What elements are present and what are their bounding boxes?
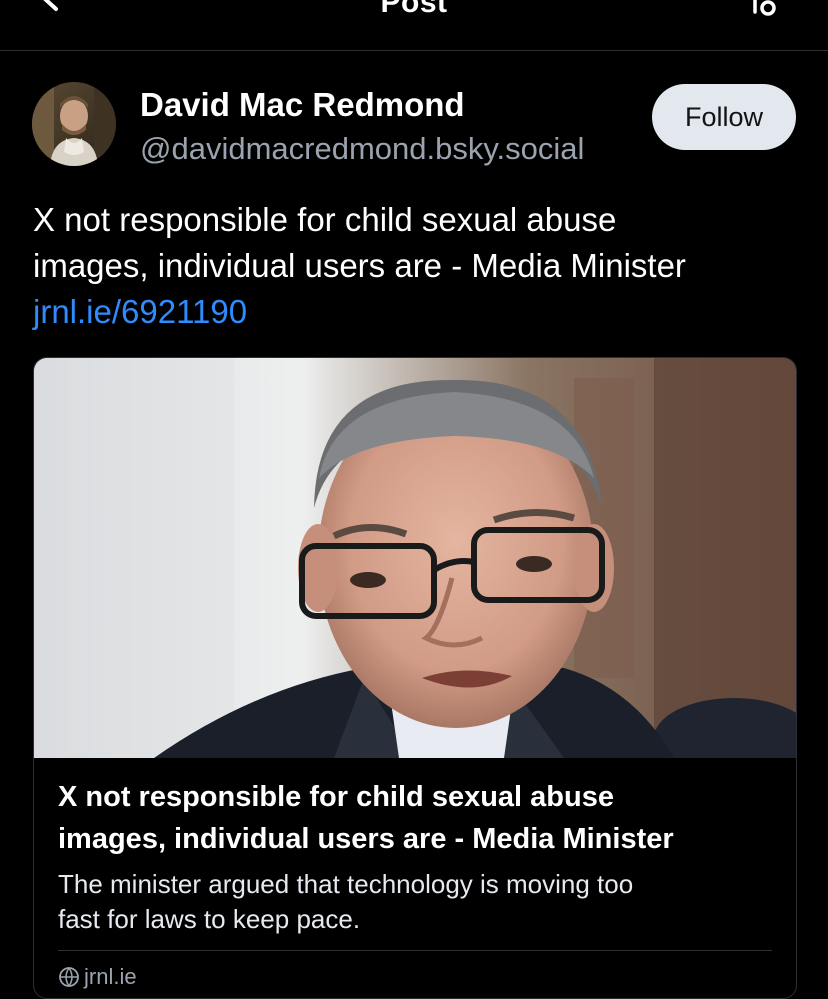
post-text: X not responsible for child sexual abuse…	[33, 197, 803, 335]
link-card-domain: jrnl.ie	[58, 964, 137, 990]
thread-settings-icon[interactable]	[748, 0, 780, 16]
link-card-title: X not responsible for child sexual abuse…	[58, 776, 778, 860]
author-handle[interactable]: @davidmacredmond.bsky.social	[140, 131, 584, 167]
top-bar: Post	[0, 0, 828, 51]
author-display-name[interactable]: David Mac Redmond	[140, 86, 465, 124]
post-text-line: X not responsible for child sexual abuse	[33, 201, 617, 238]
link-card-description: The minister argued that technology is m…	[58, 867, 778, 937]
post-link[interactable]: jrnl.ie/6921190	[33, 289, 803, 335]
page-title: Post	[380, 0, 448, 19]
link-card-domain-text: jrnl.ie	[84, 964, 137, 989]
post-text-line: images, individual users are - Media Min…	[33, 247, 686, 284]
link-card-title-line: images, individual users are - Media Min…	[58, 823, 674, 855]
follow-button[interactable]: Follow	[652, 84, 796, 150]
link-preview-card[interactable]: X not responsible for child sexual abuse…	[33, 357, 797, 999]
avatar[interactable]	[32, 82, 116, 166]
globe-icon	[59, 967, 79, 987]
link-preview-image	[34, 358, 796, 758]
link-card-description-line: fast for laws to keep pace.	[58, 904, 361, 934]
link-card-description-line: The minister argued that technology is m…	[58, 869, 634, 899]
link-card-divider	[58, 950, 772, 951]
link-card-title-line: X not responsible for child sexual abuse	[58, 781, 614, 813]
